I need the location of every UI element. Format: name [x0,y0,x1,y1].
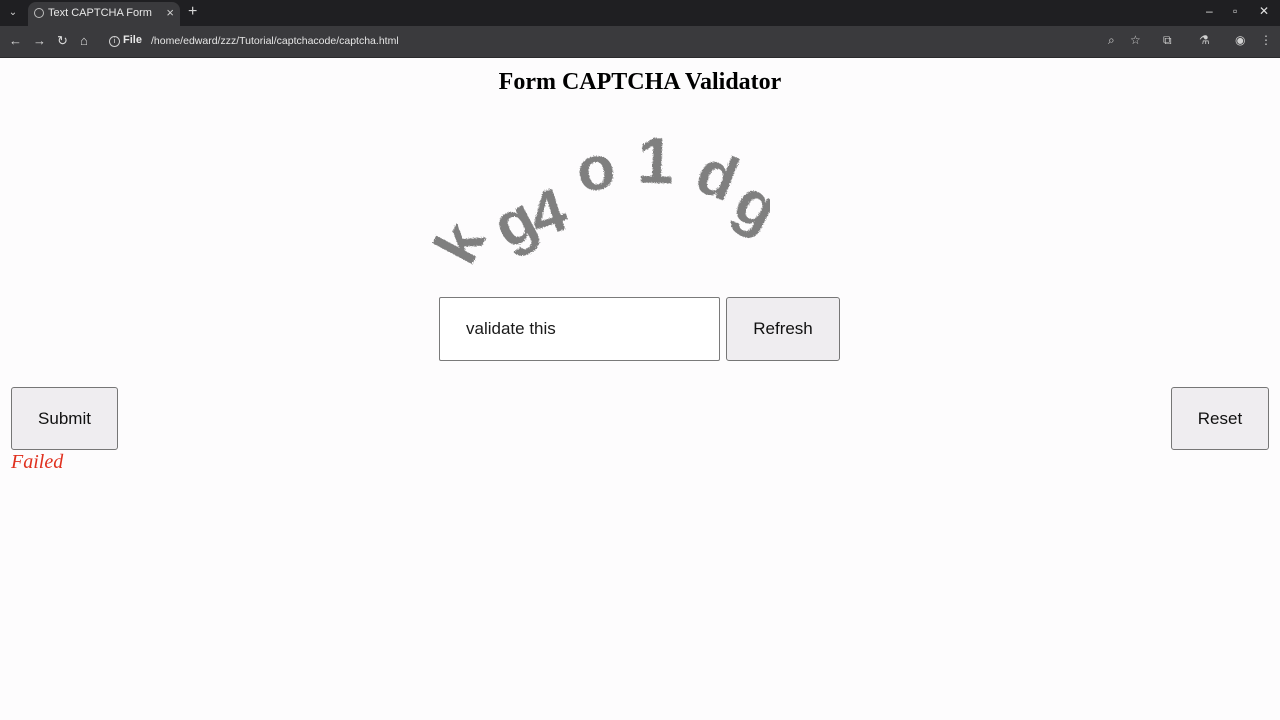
maximize-icon[interactable]: ▫ [1233,4,1237,18]
tab-strip: ⌄ Text CAPTCHA Form × + – ▫ ✕ [0,0,1280,26]
globe-icon [34,8,44,18]
tab-title: Text CAPTCHA Form [48,7,152,19]
minimize-icon[interactable]: – [1206,4,1213,18]
captcha-answer-input[interactable] [439,297,720,361]
reload-icon[interactable]: ↻ [57,33,68,49]
forward-arrow-icon[interactable]: → [33,33,46,48]
validation-status: Failed [11,451,64,473]
back-arrow-icon[interactable]: ← [9,33,22,48]
info-icon: i [109,36,120,47]
home-icon[interactable]: ⌂ [80,33,88,48]
page-title: Form CAPTCHA Validator [498,69,782,95]
extensions-icon[interactable]: ⧉ [1163,33,1172,48]
refresh-button[interactable]: Refresh [726,297,840,361]
captcha-glyph: k [430,211,499,274]
address-bar[interactable]: /home/edward/zzz/Tutorial/captchacode/ca… [151,35,399,47]
new-tab-icon[interactable]: + [188,3,197,21]
tab-search-chevron-icon[interactable]: ⌄ [5,5,21,21]
menu-kebab-icon[interactable]: ⋮ [1260,33,1272,47]
captcha-glyph: o [572,132,619,206]
file-chip-label: File [123,34,142,46]
captcha-image: kg4o 1 dg [430,123,770,274]
tab-close-icon[interactable]: × [166,5,174,20]
profile-icon[interactable]: ◉ [1235,33,1245,47]
reset-button[interactable]: Reset [1171,387,1269,450]
window-close-icon[interactable]: ✕ [1259,4,1269,18]
site-info-chip[interactable]: i File [109,34,142,47]
submit-button[interactable]: Submit [11,387,118,450]
captcha-glyph: 1 [636,123,675,197]
labs-flask-icon[interactable]: ⚗ [1199,33,1210,47]
browser-tab[interactable]: Text CAPTCHA Form × [28,2,180,26]
bookmark-star-icon[interactable]: ☆ [1130,33,1141,47]
zoom-icon[interactable]: ⌕ [1108,33,1115,48]
browser-toolbar: ← → ↻ ⌂ i File /home/edward/zzz/Tutorial/… [0,26,1280,58]
